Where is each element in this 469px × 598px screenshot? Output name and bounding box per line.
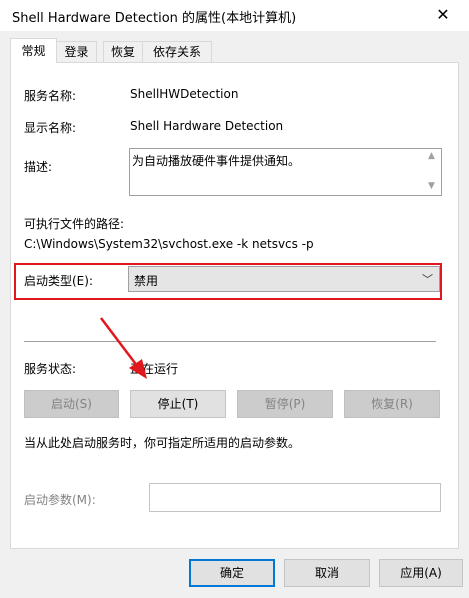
tab-dependencies[interactable]: 依存关系 — [142, 41, 212, 63]
startup-type-select[interactable]: 禁用 ﹀ — [128, 266, 440, 292]
description-value: 为自动播放硬件事件提供通知。 — [132, 154, 301, 168]
service-name-label: 服务名称: — [24, 89, 77, 103]
cancel-button[interactable]: 取消 — [284, 559, 370, 587]
divider — [24, 341, 436, 342]
description-label: 描述: — [24, 160, 53, 174]
start-button[interactable]: 启动(S) — [24, 390, 119, 418]
tab-logon[interactable]: 登录 — [56, 41, 97, 63]
startup-type-label: 启动类型(E): — [24, 274, 93, 288]
start-params-label: 启动参数(M): — [24, 493, 96, 507]
general-panel — [10, 62, 459, 549]
start-params-input[interactable] — [149, 483, 441, 512]
pause-button[interactable]: 暂停(P) — [237, 390, 333, 418]
tab-general[interactable]: 常规 — [10, 38, 57, 63]
display-name-label: 显示名称: — [24, 121, 77, 135]
service-status-label: 服务状态: — [24, 362, 77, 376]
window-title: Shell Hardware Detection 的属性(本地计算机) — [12, 11, 297, 26]
scroll-up-icon[interactable]: ▲ — [428, 151, 435, 161]
title-bar: Shell Hardware Detection 的属性(本地计算机) ✕ — [0, 0, 469, 31]
exe-path-value: C:\Windows\System32\svchost.exe -k netsv… — [24, 237, 314, 251]
stop-button[interactable]: 停止(T) — [130, 390, 226, 418]
description-box[interactable]: 为自动播放硬件事件提供通知。 ▲ ▼ — [129, 148, 442, 196]
exe-path-label: 可执行文件的路径: — [24, 217, 125, 231]
scroll-down-icon[interactable]: ▼ — [428, 181, 435, 191]
start-params-hint: 当从此处启动服务时，你可指定所适用的启动参数。 — [24, 436, 301, 450]
close-icon[interactable]: ✕ — [430, 5, 456, 25]
apply-button[interactable]: 应用(A) — [379, 559, 463, 587]
display-name-value: Shell Hardware Detection — [130, 119, 284, 133]
ok-button[interactable]: 确定 — [189, 559, 275, 587]
service-status-value: 正在运行 — [130, 362, 179, 376]
chevron-down-icon: ﹀ — [422, 273, 433, 286]
service-name-value: ShellHWDetection — [130, 87, 239, 101]
description-scrollbar[interactable]: ▲ ▼ — [425, 149, 441, 195]
startup-type-value: 禁用 — [134, 274, 159, 288]
tab-recovery[interactable]: 恢复 — [103, 41, 143, 63]
resume-button[interactable]: 恢复(R) — [344, 390, 440, 418]
